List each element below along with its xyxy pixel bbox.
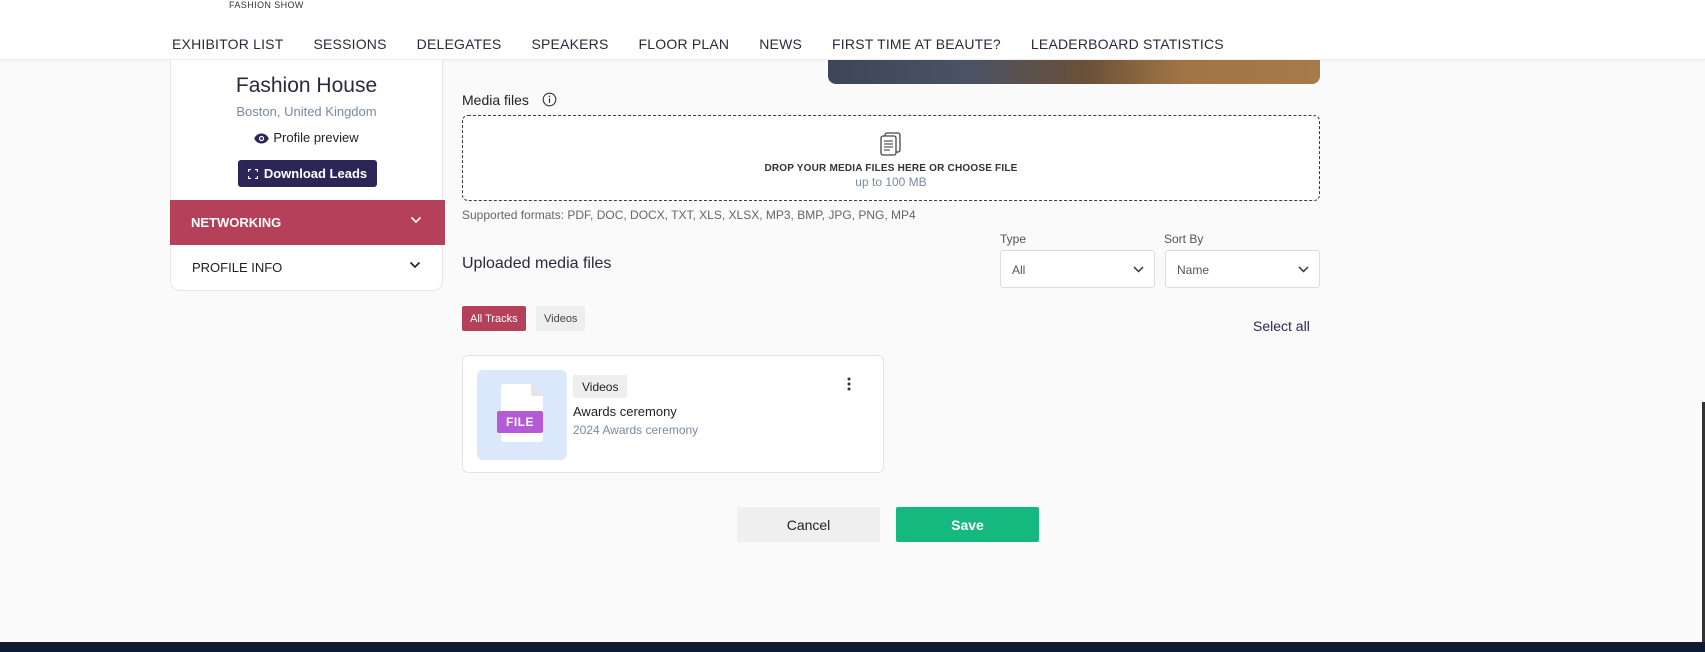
file-thumbnail: FILE <box>477 370 567 460</box>
type-select[interactable]: All <box>1000 250 1155 288</box>
nav-news[interactable]: NEWS <box>759 36 802 52</box>
profile-preview-label: Profile preview <box>273 130 359 145</box>
media-description: 2024 Awards ceremony <box>573 423 699 437</box>
chevron-down-icon <box>1133 266 1144 273</box>
sort-by-label: Sort By <box>1164 232 1204 246</box>
dropzone-text: DROP YOUR MEDIA FILES HERE OR CHOOSE FIL… <box>764 163 1018 174</box>
nav-leaderboard-statistics[interactable]: LEADERBOARD STATISTICS <box>1031 36 1224 52</box>
filter-tab-videos[interactable]: Videos <box>536 306 586 331</box>
media-title: Awards ceremony <box>573 404 677 419</box>
chevron-down-icon <box>1298 266 1309 273</box>
sidebar-section-label: NETWORKING <box>191 215 282 230</box>
profile-preview-link[interactable]: Profile preview <box>171 130 442 145</box>
chevron-down-icon <box>410 216 422 224</box>
select-all-link[interactable]: Select all <box>1253 318 1310 334</box>
type-select-value: All <box>1012 263 1026 277</box>
brand-subtitle: FASHION SHOW <box>229 0 304 10</box>
nav-speakers[interactable]: SPEAKERS <box>531 36 608 52</box>
more-options-icon[interactable] <box>847 377 851 391</box>
exhibitor-profile-card: Fashion House Boston, United Kingdom Pro… <box>170 60 445 291</box>
save-button[interactable]: Save <box>896 507 1039 542</box>
type-filter-label: Type <box>1000 232 1027 246</box>
top-navigation-bar: FASHION SHOW EXHIBITOR LIST SESSIONS DEL… <box>0 0 1705 60</box>
company-name: Fashion House <box>235 74 378 97</box>
uploaded-media-title: Uploaded media files <box>462 255 612 272</box>
media-category-tag: Videos <box>573 375 628 398</box>
media-dropzone[interactable]: DROP YOUR MEDIA FILES HERE OR CHOOSE FIL… <box>462 115 1320 201</box>
nav-delegates[interactable]: DELEGATES <box>417 36 502 52</box>
sort-by-select[interactable]: Name <box>1165 250 1320 288</box>
nav-exhibitor-list[interactable]: EXHIBITOR LIST <box>172 36 283 52</box>
nav-floor-plan[interactable]: FLOOR PLAN <box>639 36 730 52</box>
nav-first-time[interactable]: FIRST TIME AT BEAUTE? <box>832 36 1001 52</box>
cancel-button[interactable]: Cancel <box>737 507 880 542</box>
company-location: Boston, United Kingdom <box>236 104 377 119</box>
supported-formats: Supported formats: PDF, DOC, DOCX, TXT, … <box>462 208 916 222</box>
file-type-badge: FILE <box>497 411 543 433</box>
download-leads-button[interactable]: Download Leads <box>238 160 377 187</box>
eye-icon <box>254 133 270 144</box>
expand-icon <box>247 168 258 179</box>
sort-select-value: Name <box>1177 263 1210 277</box>
dropzone-size-limit: up to 100 MB <box>855 175 927 189</box>
chevron-down-icon <box>409 261 421 269</box>
banner-image <box>828 60 1320 84</box>
sidebar-section-networking[interactable]: NETWORKING <box>170 200 445 245</box>
media-files-label: Media files <box>462 92 529 108</box>
download-leads-label: Download Leads <box>263 166 368 181</box>
filter-tab-all-tracks[interactable]: All Tracks <box>462 306 526 331</box>
info-icon[interactable] <box>542 92 557 107</box>
nav-sessions[interactable]: SESSIONS <box>313 36 386 52</box>
sidebar-section-label: PROFILE INFO <box>192 260 283 275</box>
main-nav: EXHIBITOR LIST SESSIONS DELEGATES SPEAKE… <box>172 36 1254 52</box>
sidebar-section-profile-info[interactable]: PROFILE INFO <box>171 245 444 290</box>
page-footer <box>0 642 1705 652</box>
file-upload-icon <box>880 132 901 156</box>
media-file-card[interactable]: FILE Videos Awards ceremony 2024 Awards … <box>462 355 884 473</box>
